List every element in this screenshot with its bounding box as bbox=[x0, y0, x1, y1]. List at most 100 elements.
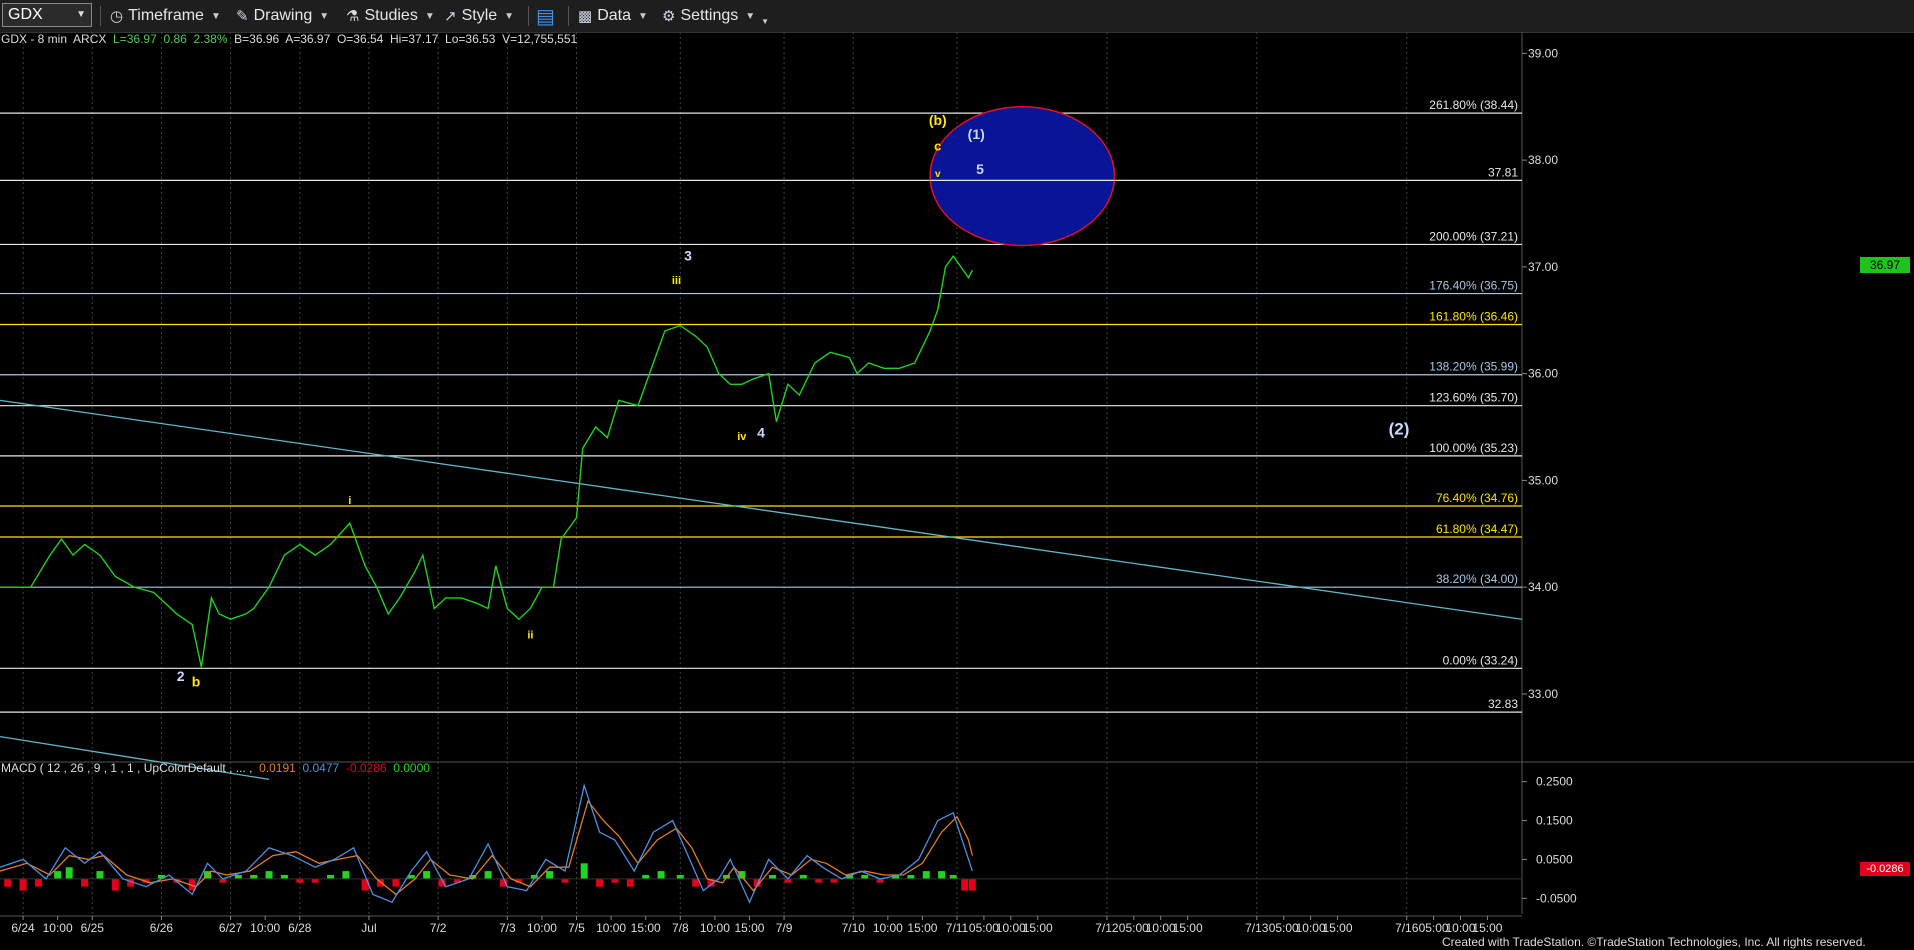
studies-label: Studies bbox=[364, 7, 418, 24]
time-tick-label: 15:00 bbox=[1322, 921, 1352, 935]
macd-histogram-bar bbox=[484, 871, 492, 879]
flask-icon: ⚗ bbox=[346, 8, 360, 25]
time-tick-label: 10:00 bbox=[596, 921, 626, 935]
toolbar-separator bbox=[100, 6, 101, 26]
time-tick-label: 7/13 bbox=[1245, 921, 1269, 935]
macd-label: MACD ( 12 , 26 , 9 , 1 , 1 , UpColorDefa… bbox=[1, 761, 253, 775]
timeframe-menu[interactable]: ◷ Timeframe ▼ bbox=[110, 4, 221, 28]
macd-histogram-bar bbox=[861, 875, 869, 879]
time-tick-label: 7/8 bbox=[672, 921, 689, 935]
studies-menu[interactable]: ⚗ Studies ▼ bbox=[346, 4, 435, 28]
wave-label: i bbox=[348, 495, 351, 507]
macd-histogram-bar bbox=[280, 875, 288, 879]
drawing-menu[interactable]: ✎ Drawing ▼ bbox=[236, 4, 329, 28]
macd-histogram-bar bbox=[265, 871, 273, 879]
time-tick-label: 6/24 bbox=[11, 921, 35, 935]
settings-label: Settings bbox=[680, 7, 739, 24]
chevron-down-icon: ▼ bbox=[637, 10, 648, 22]
macd-histogram-bar bbox=[311, 878, 319, 883]
macd-histogram-bar bbox=[580, 863, 588, 879]
macd-histogram-bar bbox=[626, 878, 634, 887]
macd-histogram-bar bbox=[642, 875, 650, 879]
time-tick-label: 10:00 bbox=[1445, 921, 1475, 935]
chevron-down-icon: ▼ bbox=[745, 10, 756, 22]
time-tick-label: 05:00 bbox=[1119, 921, 1149, 935]
macd-tick-label: -0.0500 bbox=[1536, 891, 1577, 905]
bar-chart-icon: ▩ bbox=[578, 8, 593, 25]
symbol-input[interactable]: GDX ▼ bbox=[2, 3, 92, 27]
layout-icon: ▤ bbox=[536, 5, 555, 28]
fib-level-label: 37.81 bbox=[1488, 165, 1518, 179]
toolbar: GDX ▼ ◷ Timeframe ▼ ✎ Drawing ▼ ⚗ Studie… bbox=[0, 0, 1914, 33]
time-tick-label: 7/10 bbox=[842, 921, 866, 935]
macd-tick-label: 0.2500 bbox=[1536, 775, 1573, 789]
time-tick-label: 10:00 bbox=[527, 921, 557, 935]
wave-label: v bbox=[935, 169, 941, 180]
fib-level-label: 32.83 bbox=[1488, 697, 1518, 711]
macd-histogram-bar bbox=[561, 878, 569, 883]
layout-button[interactable]: ▤ bbox=[536, 4, 560, 28]
time-tick-label: 10:00 bbox=[873, 921, 903, 935]
macd-histogram-bar bbox=[611, 878, 619, 883]
macd-histogram-bar bbox=[111, 878, 119, 891]
price-tick-label: 39.00 bbox=[1528, 46, 1558, 60]
fib-level-label: 100.00% (35.23) bbox=[1429, 441, 1518, 455]
macd-histogram-bar bbox=[34, 878, 42, 887]
data-menu[interactable]: ▩ Data ▼ bbox=[578, 4, 648, 28]
macd-readout: MACD ( 12 , 26 , 9 , 1 , 1 , UpColorDefa… bbox=[1, 761, 430, 775]
time-tick-label: 7/16 bbox=[1395, 921, 1419, 935]
time-tick-label: 05:00 bbox=[1269, 921, 1299, 935]
macd-histogram-bar bbox=[81, 878, 89, 887]
symbol-text: GDX bbox=[8, 6, 43, 23]
style-label: Style bbox=[461, 7, 498, 24]
macd-histogram-bar bbox=[815, 878, 823, 883]
chevron-down-icon: ▼ bbox=[424, 10, 435, 22]
time-tick-label: 10:00 bbox=[1296, 921, 1326, 935]
wave-label: (2) bbox=[1389, 420, 1410, 439]
fib-level-label: 176.40% (36.75) bbox=[1429, 279, 1518, 293]
time-tick-label: 10:00 bbox=[996, 921, 1026, 935]
fib-level-label: 200.00% (37.21) bbox=[1429, 229, 1518, 243]
macd-histogram-bar bbox=[968, 878, 976, 891]
time-tick-label: 6/25 bbox=[81, 921, 105, 935]
macd-histogram-bar bbox=[738, 871, 746, 879]
time-tick-label: 05:00 bbox=[1419, 921, 1449, 935]
net-change: 0.86 bbox=[163, 32, 187, 46]
time-tick-label: 15:00 bbox=[1173, 921, 1203, 935]
timeframe-label: Timeframe bbox=[128, 7, 204, 24]
macd-histogram-bar bbox=[938, 871, 946, 879]
price-series-line bbox=[0, 255, 974, 668]
toolbar-separator bbox=[528, 6, 529, 26]
time-tick-label: 6/27 bbox=[219, 921, 243, 935]
wave-label: (1) bbox=[968, 126, 985, 142]
time-tick-label: 7/11 bbox=[946, 921, 969, 935]
last-price: L=36.97 bbox=[113, 32, 157, 46]
fib-level-label: 138.20% (35.99) bbox=[1429, 360, 1518, 374]
macd-histogram-bar bbox=[423, 871, 431, 879]
macd-value-3: -0.0286 bbox=[345, 761, 387, 775]
open-price: O=36.54 bbox=[336, 32, 384, 46]
macd-histogram-bar bbox=[96, 871, 104, 879]
macd-value-flag: -0.0286 bbox=[1860, 862, 1910, 876]
macd-histogram-bar bbox=[65, 867, 73, 879]
ask-price: A=36.97 bbox=[285, 32, 331, 46]
wave-label: iii bbox=[672, 275, 681, 287]
time-tick-label: 10:00 bbox=[250, 921, 280, 935]
drawing-label: Drawing bbox=[253, 7, 313, 24]
chevron-down-icon[interactable]: ▼ bbox=[76, 4, 86, 26]
style-menu[interactable]: ↗ Style ▼ bbox=[444, 4, 514, 28]
settings-menu[interactable]: ⚙ Settings ▼ ▼ bbox=[662, 4, 769, 28]
wave-label: b bbox=[192, 673, 201, 689]
macd-histogram-bar bbox=[4, 878, 12, 887]
chevron-down-icon: ▼ bbox=[210, 10, 221, 22]
chart-canvas[interactable]: 39.0038.0037.0036.0035.0034.0033.00261.8… bbox=[0, 32, 1914, 950]
gear-icon: ⚙ bbox=[662, 8, 676, 25]
ohlc-readout: GDX - 8 min ARCX L=36.97 0.86 2.38% B=36… bbox=[1, 32, 577, 46]
time-tick-label: 15:00 bbox=[1472, 921, 1502, 935]
footer-credit: Created with TradeStation. ©TradeStation… bbox=[1442, 935, 1866, 949]
fib-level-label: 0.00% (33.24) bbox=[1443, 653, 1518, 667]
macd-histogram-bar bbox=[392, 878, 400, 887]
macd-histogram-bar bbox=[830, 878, 838, 883]
low-price: Lo=36.53 bbox=[445, 32, 496, 46]
fib-level-label: 38.20% (34.00) bbox=[1436, 572, 1518, 586]
